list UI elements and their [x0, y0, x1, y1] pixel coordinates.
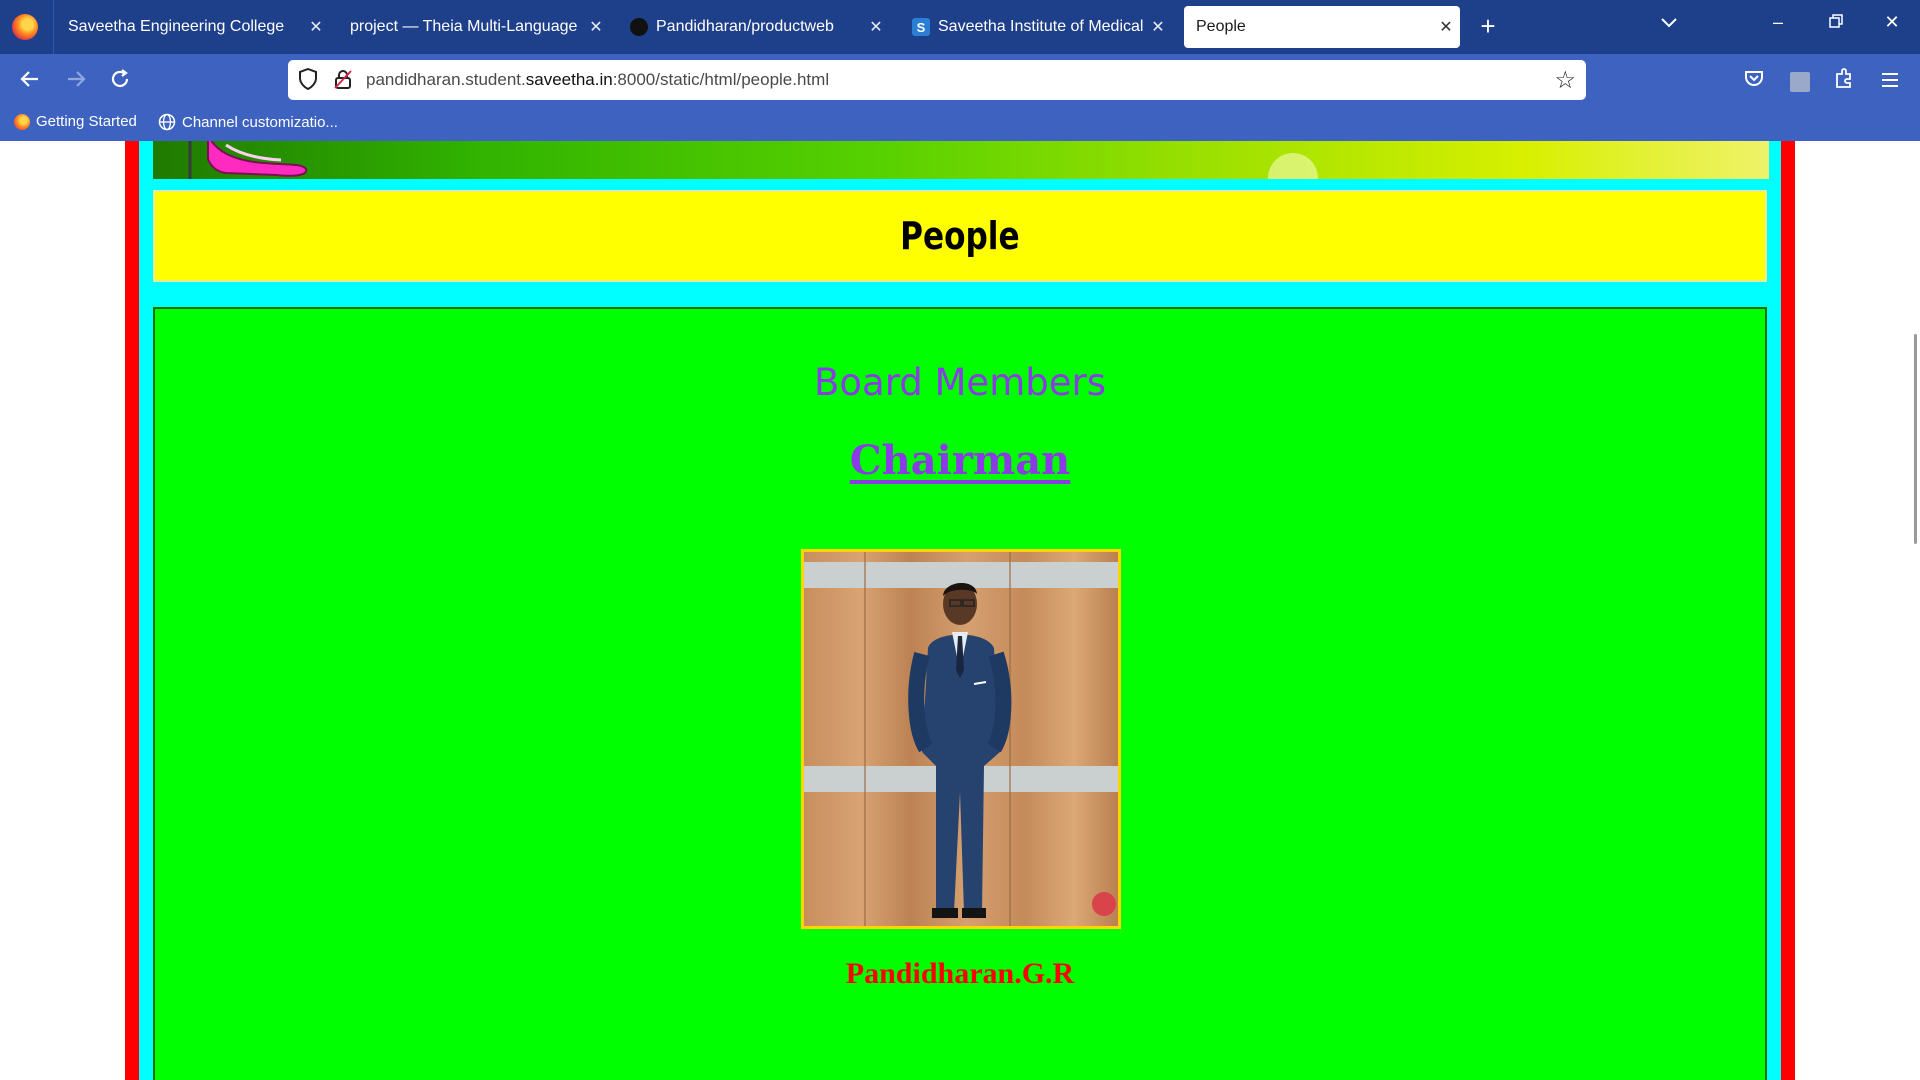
new-tab-plus-icon[interactable]: + — [1474, 13, 1502, 41]
tab-title: People — [1196, 18, 1246, 35]
role-heading: Chairman — [155, 437, 1765, 484]
bookmark-label: Channel customizatio... — [182, 113, 338, 131]
bookmark-star-icon[interactable]: ☆ — [1554, 66, 1576, 95]
section-heading: Board Members — [814, 361, 1106, 404]
url-domain: saveetha.in — [525, 70, 613, 89]
chairman-link[interactable]: Chairman — [850, 437, 1070, 484]
bookmarks-toolbar: Getting Started Channel customizatio... — [0, 108, 1920, 141]
close-icon[interactable]: ✕ — [1432, 17, 1460, 37]
globe-icon — [158, 113, 176, 131]
minimize-icon[interactable]: – — [1758, 12, 1798, 33]
page-scrollbar[interactable] — [1914, 334, 1917, 544]
extension-square-icon[interactable] — [1786, 68, 1814, 96]
address-bar[interactable]: pandidharan.student.saveetha.in:8000/sta… — [288, 60, 1586, 100]
page-title-box: People — [153, 190, 1767, 282]
forward-arrow-icon[interactable] — [62, 68, 90, 96]
tab-title: project — Theia Multi-Language Ex — [350, 18, 582, 35]
tab-title: Saveetha Institute of Medical A — [938, 18, 1144, 35]
page-title: People — [900, 214, 1020, 258]
header-banner-image — [153, 141, 1769, 179]
chairman-name: Pandidharan.G.R — [845, 957, 1075, 990]
tab-title: Saveetha Engineering College — [68, 18, 285, 35]
page-viewport: People Board Members Chairman Pandidhara… — [0, 141, 1920, 1080]
bookmark-channel-customization[interactable]: Channel customizatio... — [158, 113, 338, 131]
tab-theia-project[interactable]: project — Theia Multi-Language Ex ✕ — [338, 6, 610, 48]
person-figure — [908, 582, 1116, 918]
pocket-icon[interactable] — [1740, 68, 1768, 96]
url-prefix: pandidharan.student. — [366, 70, 526, 89]
firefox-icon — [14, 113, 30, 130]
saveetha-s-icon: S — [912, 18, 930, 36]
close-icon[interactable]: ✕ — [1144, 17, 1172, 37]
list-all-tabs-chevron-icon[interactable] — [1660, 16, 1678, 34]
close-icon[interactable]: ✕ — [862, 17, 890, 37]
banner-glow-decoration — [1268, 153, 1318, 179]
reload-icon[interactable] — [106, 68, 134, 96]
url-suffix: :8000/static/html/people.html — [612, 70, 830, 89]
github-icon — [630, 18, 648, 36]
chairman-photo — [801, 549, 1121, 929]
close-icon[interactable]: ✕ — [302, 17, 330, 37]
back-arrow-icon[interactable] — [16, 68, 44, 96]
tab-saveetha-medical[interactable]: S Saveetha Institute of Medical A ✕ — [900, 6, 1172, 48]
insecure-lock-icon[interactable] — [332, 68, 354, 90]
board-members-panel: Board Members Chairman Pandidharan.G.R — [153, 307, 1767, 1080]
url-text[interactable]: pandidharan.student.saveetha.in:8000/sta… — [366, 70, 829, 90]
bookmark-label: Getting Started — [36, 113, 137, 130]
tab-people[interactable]: People ✕ — [1184, 6, 1460, 48]
bookmark-getting-started[interactable]: Getting Started — [14, 113, 137, 130]
tracking-shield-icon[interactable] — [298, 68, 318, 90]
tab-separator — [53, 0, 54, 54]
close-window-icon[interactable]: ✕ — [1872, 12, 1912, 33]
firefox-menu-icon[interactable] — [12, 14, 38, 40]
hamburger-menu-icon[interactable] — [1876, 68, 1904, 96]
tab-saveetha-engineering[interactable]: Saveetha Engineering College ✕ — [56, 6, 330, 48]
tab-bar: Saveetha Engineering College ✕ project —… — [0, 0, 1920, 54]
tab-title: Pandidharan/productweb — [656, 18, 834, 35]
extensions-puzzle-icon[interactable] — [1830, 68, 1858, 96]
high-heel-shoe-image — [188, 141, 308, 179]
navigation-toolbar: pandidharan.student.saveetha.in:8000/sta… — [0, 54, 1920, 108]
tab-github-productweb[interactable]: Pandidharan/productweb ✕ — [618, 6, 890, 48]
restore-icon[interactable] — [1816, 12, 1856, 33]
close-icon[interactable]: ✕ — [582, 17, 610, 37]
